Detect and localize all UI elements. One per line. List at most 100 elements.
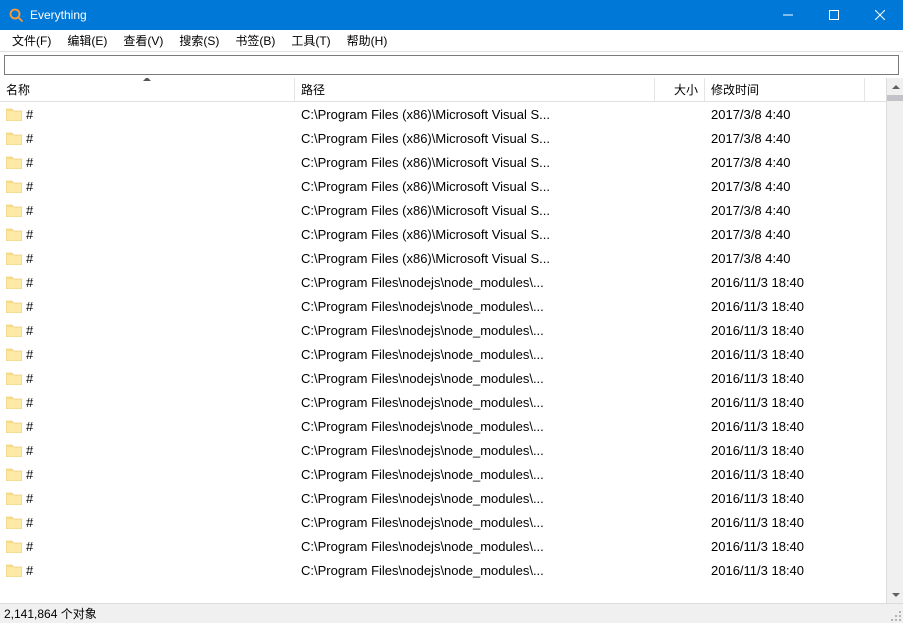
column-header-path[interactable]: 路径 <box>295 78 655 101</box>
table-row[interactable]: # C:\Program Files (x86)\Microsoft Visual… <box>0 222 886 246</box>
cell-date: 2017/3/8 4:40 <box>711 131 791 146</box>
cell-path: C:\Program Files\nodejs\node_modules\... <box>301 539 544 554</box>
column-header-size[interactable]: 大小 <box>655 78 705 101</box>
folder-icon <box>6 540 22 553</box>
table-row[interactable]: #C:\Program Files (x86)\Microsoft Visual… <box>0 198 886 222</box>
cell-date: 2017/3/8 4:40 <box>711 227 791 242</box>
table-row[interactable]: #C:\Program Files (x86)\Microsoft Visual… <box>0 246 886 270</box>
column-header-row: 名称 路径 大小 修改时间 <box>0 78 886 102</box>
table-row[interactable]: #C:\Program Files\nodejs\node_modules\..… <box>0 318 886 342</box>
folder-icon <box>6 492 22 505</box>
table-row[interactable]: # C:\Program Files (x86)\Microsoft Visual… <box>0 102 886 126</box>
cell-date: 2016/11/3 18:40 <box>711 299 804 314</box>
cell-path: C:\Program Files (x86)\Microsoft Visual … <box>301 107 550 122</box>
folder-icon <box>6 468 22 481</box>
folder-icon <box>6 564 22 577</box>
column-header-date-label: 修改时间 <box>711 81 759 98</box>
table-row[interactable]: #C:\Program Files (x86)\Microsoft Visual… <box>0 150 886 174</box>
cell-date: 2016/11/3 18:40 <box>711 539 804 554</box>
cell-path: C:\Program Files\nodejs\node_modules\... <box>301 491 544 506</box>
cell-date: 2017/3/8 4:40 <box>711 107 791 122</box>
cell-path: C:\Program Files\nodejs\node_modules\... <box>301 275 544 290</box>
table-row[interactable]: #C:\Program Files\nodejs\node_modules\..… <box>0 342 886 366</box>
vertical-scrollbar[interactable] <box>886 78 903 603</box>
column-header-name-label: 名称 <box>6 81 30 98</box>
cell-name: # <box>26 251 33 266</box>
cell-date: 2017/3/8 4:40 <box>711 179 791 194</box>
cell-date: 2017/3/8 4:40 <box>711 155 791 170</box>
menu-edit[interactable]: 编辑(E) <box>59 30 115 51</box>
menu-search[interactable]: 搜索(S) <box>171 30 227 51</box>
search-input[interactable] <box>4 55 899 75</box>
table-row[interactable]: #C:\Program Files\nodejs\node_modules\..… <box>0 294 886 318</box>
table-row[interactable]: # C:\Program Files\nodejs\node_modules\..… <box>0 510 886 534</box>
table-row[interactable]: #C:\Program Files\nodejs\node_modules\..… <box>0 558 886 582</box>
folder-icon <box>6 108 22 121</box>
titlebar[interactable]: Everything <box>0 0 903 30</box>
cell-date: 2016/11/3 18:40 <box>711 419 804 434</box>
scroll-up-arrow-icon[interactable] <box>887 78 903 95</box>
table-row[interactable]: #C:\Program Files (x86)\Microsoft Visual… <box>0 174 886 198</box>
table-row[interactable]: #C:\Program Files\nodejs\node_modules\..… <box>0 438 886 462</box>
cell-path: C:\Program Files\nodejs\node_modules\... <box>301 443 544 458</box>
table-row[interactable]: #C:\Program Files\nodejs\node_modules\..… <box>0 534 886 558</box>
status-text: 2,141,864 个对象 <box>4 605 97 622</box>
cell-date: 2016/11/3 18:40 <box>711 395 804 410</box>
maximize-button[interactable] <box>811 0 857 30</box>
cell-path: C:\Program Files\nodejs\node_modules\... <box>301 467 544 482</box>
cell-name: # <box>26 131 33 146</box>
statusbar: 2,141,864 个对象 <box>0 603 903 623</box>
column-header-date[interactable]: 修改时间 <box>705 78 865 101</box>
cell-date: 2016/11/3 18:40 <box>711 491 804 506</box>
table-row[interactable]: #C:\Program Files\nodejs\node_modules\..… <box>0 390 886 414</box>
results-area: 名称 路径 大小 修改时间 # C:\Program Files (x86)\Mi… <box>0 78 903 603</box>
folder-icon <box>6 300 22 313</box>
resize-grip-icon[interactable] <box>887 607 903 623</box>
cell-path: C:\Program Files\nodejs\node_modules\... <box>301 419 544 434</box>
menu-file[interactable]: 文件(F) <box>4 30 59 51</box>
table-row[interactable]: #C:\Program Files\nodejs\node_modules\..… <box>0 366 886 390</box>
table-row[interactable]: # C:\Program Files\nodejs\node_modules\..… <box>0 462 886 486</box>
folder-icon <box>6 396 22 409</box>
cell-date: 2016/11/3 18:40 <box>711 467 804 482</box>
menu-help[interactable]: 帮助(H) <box>339 30 396 51</box>
folder-icon <box>6 324 22 337</box>
cell-path: C:\Program Files (x86)\Microsoft Visual … <box>301 131 550 146</box>
app-icon <box>8 7 24 23</box>
cell-name: # <box>26 467 33 482</box>
cell-name: # <box>26 515 33 530</box>
column-header-name[interactable]: 名称 <box>0 78 295 101</box>
table-row[interactable]: #C:\Program Files\nodejs\node_modules\..… <box>0 414 886 438</box>
menu-tool[interactable]: 工具(T) <box>283 30 338 51</box>
menu-view[interactable]: 查看(V) <box>115 30 171 51</box>
cell-path: C:\Program Files\nodejs\node_modules\... <box>301 515 544 530</box>
table-row[interactable]: # C:\Program Files (x86)\Microsoft Visual… <box>0 126 886 150</box>
cell-name: # <box>26 107 33 122</box>
search-area <box>0 52 903 78</box>
menu-bookmark[interactable]: 书签(B) <box>227 30 283 51</box>
folder-icon <box>6 180 22 193</box>
folder-icon <box>6 444 22 457</box>
cell-name: # <box>26 395 33 410</box>
cell-path: C:\Program Files\nodejs\node_modules\... <box>301 371 544 386</box>
folder-icon <box>6 156 22 169</box>
cell-path: C:\Program Files (x86)\Microsoft Visual … <box>301 203 550 218</box>
menubar: 文件(F) 编辑(E) 查看(V) 搜索(S) 书签(B) 工具(T) 帮助(H… <box>0 30 903 52</box>
cell-name: # <box>26 491 33 506</box>
sort-indicator-icon <box>143 78 151 81</box>
minimize-button[interactable] <box>765 0 811 30</box>
table-row[interactable]: # C:\Program Files\nodejs\node_modules\..… <box>0 486 886 510</box>
table-row[interactable]: # C:\Program Files\nodejs\node_modules\..… <box>0 270 886 294</box>
cell-path: C:\Program Files\nodejs\node_modules\... <box>301 323 544 338</box>
scroll-down-arrow-icon[interactable] <box>887 586 903 603</box>
close-button[interactable] <box>857 0 903 30</box>
cell-path: C:\Program Files (x86)\Microsoft Visual … <box>301 227 550 242</box>
cell-name: # <box>26 299 33 314</box>
cell-date: 2016/11/3 18:40 <box>711 323 804 338</box>
window-title: Everything <box>30 8 765 22</box>
cell-date: 2017/3/8 4:40 <box>711 251 791 266</box>
cell-name: # <box>26 275 33 290</box>
scroll-thumb[interactable] <box>887 95 903 101</box>
cell-name: # <box>26 227 33 242</box>
folder-icon <box>6 516 22 529</box>
